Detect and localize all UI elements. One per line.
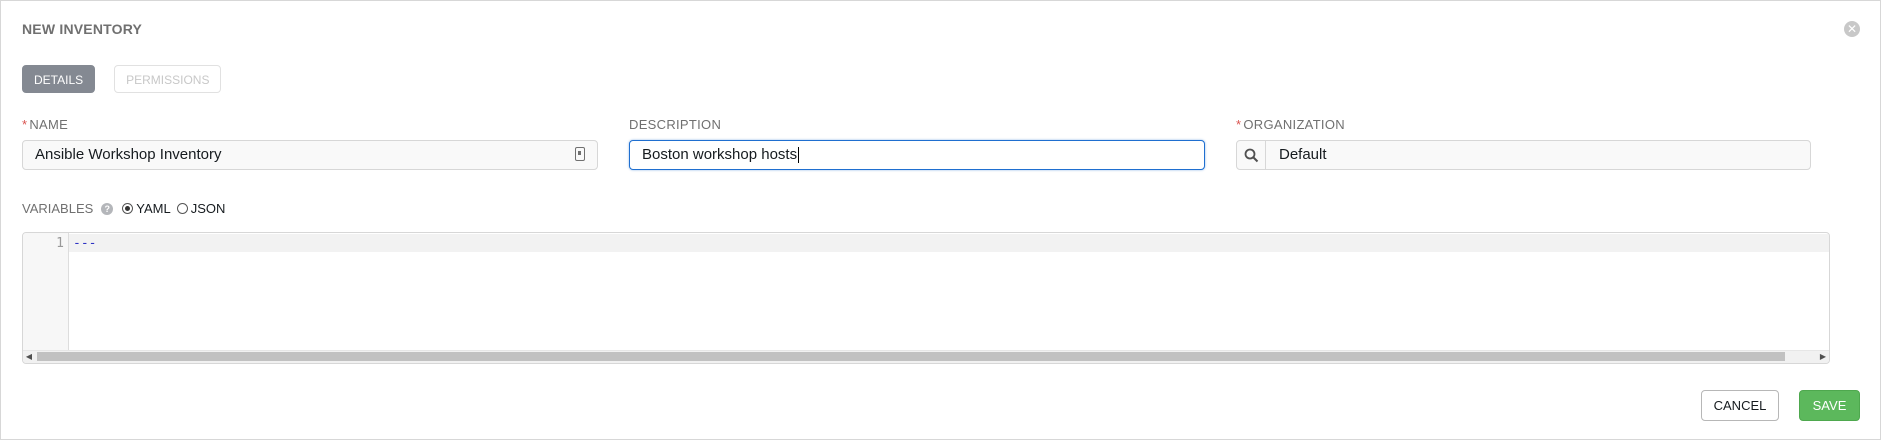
organization-value: Default bbox=[1279, 146, 1327, 163]
json-radio-button[interactable] bbox=[176, 203, 188, 214]
text-caret bbox=[798, 147, 800, 164]
name-input[interactable]: Ansible Workshop Inventory bbox=[22, 140, 598, 170]
scrollbar-thumb[interactable] bbox=[37, 352, 1785, 361]
save-button[interactable]: SAVE bbox=[1799, 390, 1860, 421]
form-tabs: DETAILS PERMISSIONS bbox=[22, 65, 222, 93]
variables-code-editor[interactable]: 1 --- ◀ ▶ bbox=[22, 232, 1830, 364]
name-input-value: Ansible Workshop Inventory bbox=[35, 146, 222, 163]
yaml-radio-button[interactable] bbox=[122, 203, 134, 214]
description-label: DESCRIPTION bbox=[629, 117, 722, 132]
json-radio-label: JSON bbox=[190, 201, 226, 216]
variables-row: VARIABLES ? YAML JSON bbox=[22, 201, 231, 216]
question-circle-icon[interactable]: ? bbox=[101, 202, 114, 215]
line-number: 1 bbox=[56, 236, 64, 251]
description-input[interactable]: Boston workshop hosts bbox=[629, 140, 1205, 170]
yaml-radio-label: YAML bbox=[136, 201, 171, 216]
scroll-right-icon[interactable]: ▶ bbox=[1817, 351, 1829, 363]
search-icon[interactable] bbox=[1237, 141, 1266, 169]
required-marker: * bbox=[22, 117, 28, 132]
close-icon[interactable]: ✕ bbox=[1844, 21, 1860, 37]
name-label: * NAME bbox=[22, 117, 69, 132]
json-radio[interactable]: JSON bbox=[176, 201, 226, 216]
tab-permissions[interactable]: PERMISSIONS bbox=[114, 65, 222, 93]
panel-title: NEW INVENTORY bbox=[22, 21, 143, 37]
description-input-value: Boston workshop hosts bbox=[642, 146, 798, 163]
code-line[interactable]: --- bbox=[73, 236, 96, 251]
new-inventory-panel: NEW INVENTORY ✕ DETAILS PERMISSIONS * NAM… bbox=[0, 0, 1881, 440]
horizontal-scrollbar[interactable]: ◀ ▶ bbox=[23, 350, 1829, 363]
yaml-radio[interactable]: YAML bbox=[122, 201, 171, 216]
scroll-left-icon[interactable]: ◀ bbox=[23, 351, 35, 363]
variables-label: VARIABLES bbox=[22, 201, 94, 216]
editor-gutter: 1 bbox=[23, 233, 69, 352]
active-line-highlight bbox=[69, 234, 1829, 252]
contact-card-icon bbox=[575, 147, 585, 161]
organization-lookup[interactable]: Default bbox=[1236, 140, 1811, 170]
tab-details[interactable]: DETAILS bbox=[22, 65, 96, 93]
required-marker: * bbox=[1236, 117, 1242, 132]
organization-label: * ORGANIZATION bbox=[1236, 117, 1345, 132]
cancel-button[interactable]: CANCEL bbox=[1701, 390, 1779, 421]
